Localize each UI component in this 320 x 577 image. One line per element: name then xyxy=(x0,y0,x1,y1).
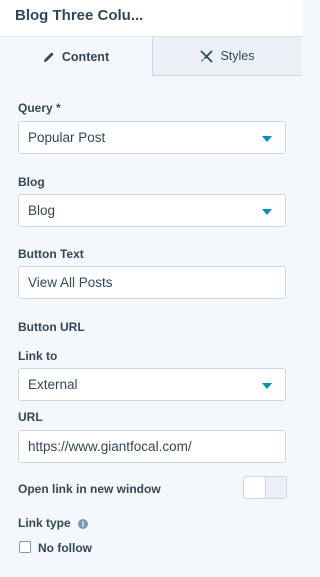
module-title: Blog Three Colu... xyxy=(15,7,144,24)
tab-bar: Content Styles xyxy=(0,37,302,76)
tab-styles[interactable]: Styles xyxy=(153,37,302,76)
query-value: Popular Post xyxy=(28,130,106,145)
button-text-input[interactable]: View All Posts xyxy=(18,266,286,299)
no-follow-label[interactable]: No follow xyxy=(38,541,92,555)
tab-content[interactable]: Content xyxy=(0,37,153,76)
brush-icon xyxy=(200,50,213,63)
url-label: URL xyxy=(18,410,43,424)
url-input[interactable]: https://www.giantfocal.com/ xyxy=(18,430,286,463)
tab-content-label: Content xyxy=(61,49,110,64)
link-to-select[interactable]: External xyxy=(18,368,286,401)
open-new-window-label: Open link in new window xyxy=(18,482,161,496)
blog-select[interactable]: Blog xyxy=(18,194,286,227)
button-url-heading: Button URL xyxy=(18,320,85,334)
open-new-window-toggle[interactable] xyxy=(243,476,287,499)
link-type-label: Link type xyxy=(18,516,71,530)
tab-styles-label: Styles xyxy=(220,49,255,63)
url-value: https://www.giantfocal.com/ xyxy=(28,439,192,454)
query-select[interactable]: Popular Post xyxy=(18,121,286,154)
no-follow-checkbox[interactable] xyxy=(19,541,31,553)
toggle-knob xyxy=(244,477,266,498)
query-label: Query * xyxy=(18,101,61,115)
info-icon[interactable]: i xyxy=(78,519,88,529)
blog-label: Blog xyxy=(18,175,45,189)
blog-value: Blog xyxy=(28,203,56,218)
caret-down-icon xyxy=(262,136,272,142)
button-text-label: Button Text xyxy=(18,247,84,261)
button-text-value: View All Posts xyxy=(28,275,113,290)
caret-down-icon xyxy=(262,209,272,215)
link-to-value: External xyxy=(28,377,78,392)
pencil-icon xyxy=(43,51,55,63)
panel-header: Blog Three Colu... xyxy=(0,0,302,37)
link-to-label: Link to xyxy=(18,349,58,363)
caret-down-icon xyxy=(262,383,272,389)
